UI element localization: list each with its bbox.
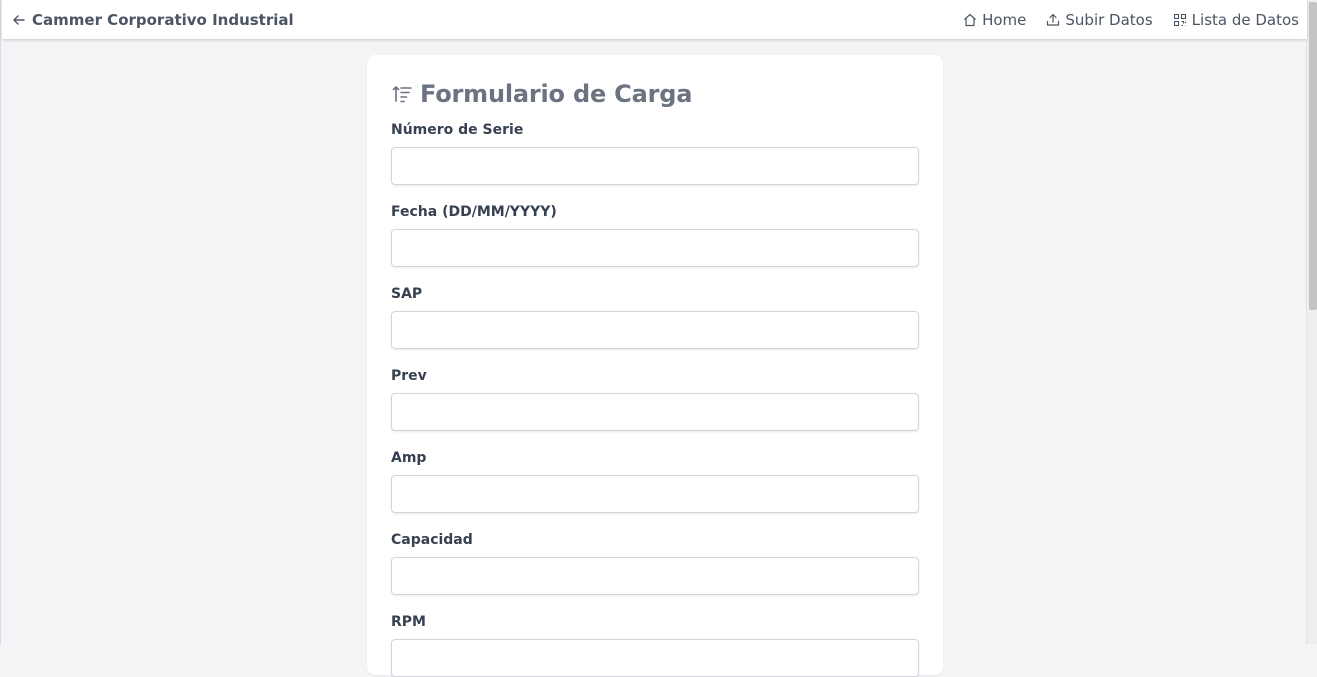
qr-grid-icon [1173,13,1187,27]
prev-label: Prev [391,368,427,384]
field-date: Fecha (DD/MM/YYYY) [391,203,919,267]
top-navbar: Cammer Corporativo Industrial Home Subir… [2,0,1307,39]
date-label: Fecha (DD/MM/YYYY) [391,204,557,220]
date-input[interactable] [391,229,919,267]
field-capacity: Capacidad [391,531,919,595]
nav-home-link[interactable]: Home [963,11,1026,29]
nav-upload-link[interactable]: Subir Datos [1046,10,1153,29]
arrow-left-icon [12,13,26,27]
back-brand-link[interactable]: Cammer Corporativo Industrial [12,11,294,29]
serial-number-input[interactable] [391,147,919,185]
nav-list-link[interactable]: Lista de Datos [1173,11,1299,29]
form-title: Formulario de Carga [420,80,693,108]
upload-form-card: Formulario de Carga Número de Serie Fech… [367,55,943,677]
serial-number-label: Número de Serie [391,122,524,138]
field-rpm: RPM [391,613,919,677]
upload-icon [1046,13,1060,27]
sort-ascending-icon [391,83,413,105]
sap-input[interactable] [391,311,919,349]
field-serial-number: Número de Serie [391,121,919,185]
nav-home-label: Home [982,10,1027,29]
form-header: Formulario de Carga [391,79,919,109]
brand-title: Cammer Corporativo Industrial [32,10,294,29]
prev-input[interactable] [391,393,919,431]
field-sap: SAP [391,285,919,349]
capacity-label: Capacidad [391,532,473,548]
page-scrollbar[interactable] [1306,0,1317,644]
amp-label: Amp [391,450,427,466]
rpm-input[interactable] [391,639,919,677]
capacity-input[interactable] [391,557,919,595]
field-prev: Prev [391,367,919,431]
field-amp: Amp [391,449,919,513]
home-icon [963,13,977,27]
app-window: Cammer Corporativo Industrial Home Subir… [0,0,1317,677]
nav-upload-label: Subir Datos [1065,10,1153,29]
nav-list-label: Lista de Datos [1191,10,1299,29]
main-nav: Home Subir Datos Lista de Datos [963,11,1299,29]
rpm-label: RPM [391,614,426,630]
scrollbar-thumb[interactable] [1309,2,1317,310]
sap-label: SAP [391,286,423,302]
amp-input[interactable] [391,475,919,513]
